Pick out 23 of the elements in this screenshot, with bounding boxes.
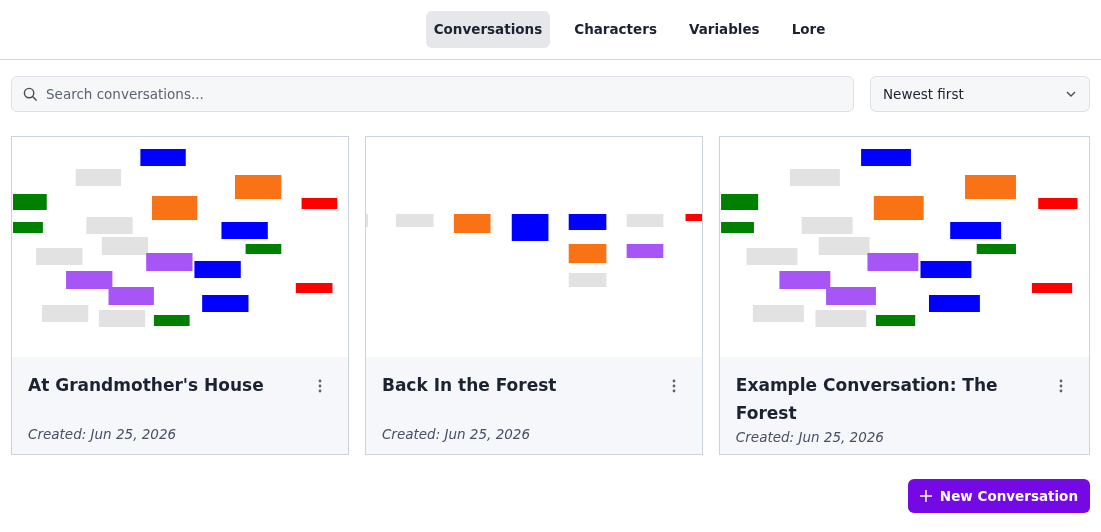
sort-value: Newest first (883, 84, 964, 104)
nav-tab[interactable]: Lore (783, 11, 834, 48)
plus-icon (919, 490, 932, 503)
sort-dropdown[interactable]: Newest first (870, 76, 1090, 112)
more-options-icon[interactable] (1059, 379, 1063, 393)
search-field[interactable]: Search conversations... (11, 76, 854, 112)
created-date: Created: Jun 25, 2026 (381, 424, 531, 444)
conversation-title: Example Conversation: The Forest (735, 374, 999, 425)
conversation-card[interactable]: Example Conversation: The Forest Created: Jun 25, 2026 (718, 136, 1090, 455)
nav-tab[interactable]: Conversations (425, 11, 551, 48)
conversation-card[interactable]: Back In the Forest Created: Jun 25, 2026 (364, 136, 703, 455)
search-icon (23, 87, 38, 102)
new-conversation-button[interactable]: New Conversation (907, 479, 1090, 514)
chevron-down-icon (1065, 90, 1077, 98)
created-date: Created: Jun 25, 2026 (735, 428, 885, 447)
nav-tab[interactable]: Variables (680, 11, 768, 48)
more-options-icon[interactable] (317, 379, 322, 393)
conversation-title: At Grandmother's House (28, 374, 264, 397)
conversation-card[interactable]: At Grandmother's House Created: Jun 25, 2026 (11, 136, 349, 455)
created-date: Created: Jun 25, 2026 (28, 424, 178, 444)
nav-tab[interactable]: Characters (566, 11, 665, 48)
conversation-title: Back In the Forest (381, 374, 557, 397)
more-options-icon[interactable] (671, 379, 676, 393)
